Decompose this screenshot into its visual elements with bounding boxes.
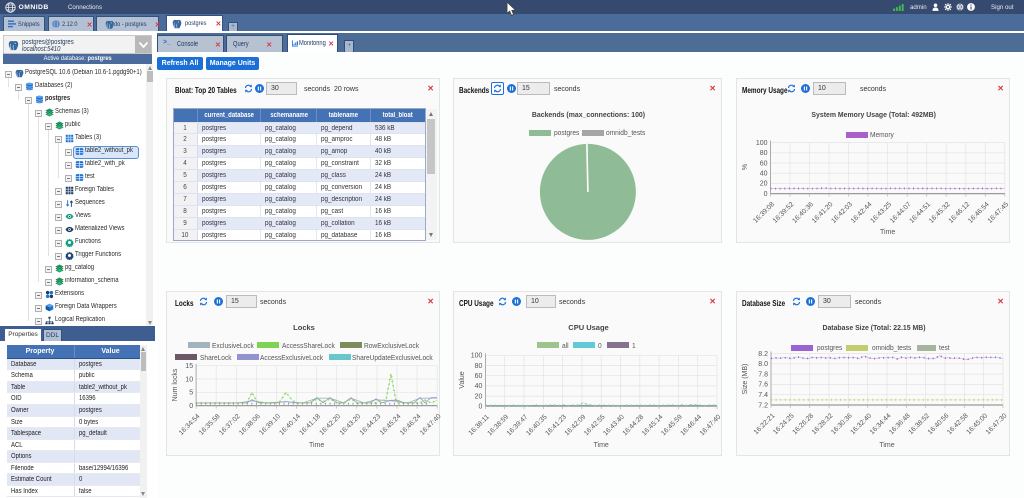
svg-text:40: 40 (760, 171, 768, 178)
svg-text:Num locks: Num locks (172, 368, 179, 401)
svg-text:20: 20 (760, 181, 768, 188)
svg-text:%: % (742, 164, 749, 170)
svg-text:8.0: 8.0 (758, 361, 768, 368)
svg-text:100: 100 (471, 353, 483, 360)
svg-text:16:47:40: 16:47:40 (419, 413, 443, 437)
svg-text:60: 60 (760, 160, 768, 167)
svg-text:16:47:30: 16:47:30 (985, 412, 1009, 436)
svg-text:8.2: 8.2 (758, 351, 768, 358)
svg-text:Value: Value (459, 371, 466, 388)
svg-text:100: 100 (756, 140, 768, 147)
svg-text:60: 60 (475, 373, 483, 380)
svg-text:80: 80 (760, 150, 768, 157)
svg-text:0: 0 (189, 403, 193, 410)
svg-text:15: 15 (185, 363, 193, 370)
svg-text:16:47:45: 16:47:45 (987, 201, 1011, 225)
svg-text:5: 5 (189, 390, 193, 397)
svg-text:7.8: 7.8 (758, 371, 768, 378)
svg-text:0: 0 (764, 191, 768, 198)
svg-text:16:47:40: 16:47:40 (699, 414, 723, 438)
svg-text:7.4: 7.4 (758, 392, 768, 399)
svg-text:20: 20 (475, 393, 483, 400)
svg-text:0: 0 (478, 404, 482, 411)
svg-text:7.6: 7.6 (758, 382, 768, 389)
svg-text:40: 40 (475, 383, 483, 390)
svg-text:80: 80 (475, 363, 483, 370)
svg-text:10: 10 (185, 376, 193, 383)
svg-text:Size (MB): Size (MB) (742, 364, 749, 395)
svg-text:7.2: 7.2 (758, 402, 768, 409)
